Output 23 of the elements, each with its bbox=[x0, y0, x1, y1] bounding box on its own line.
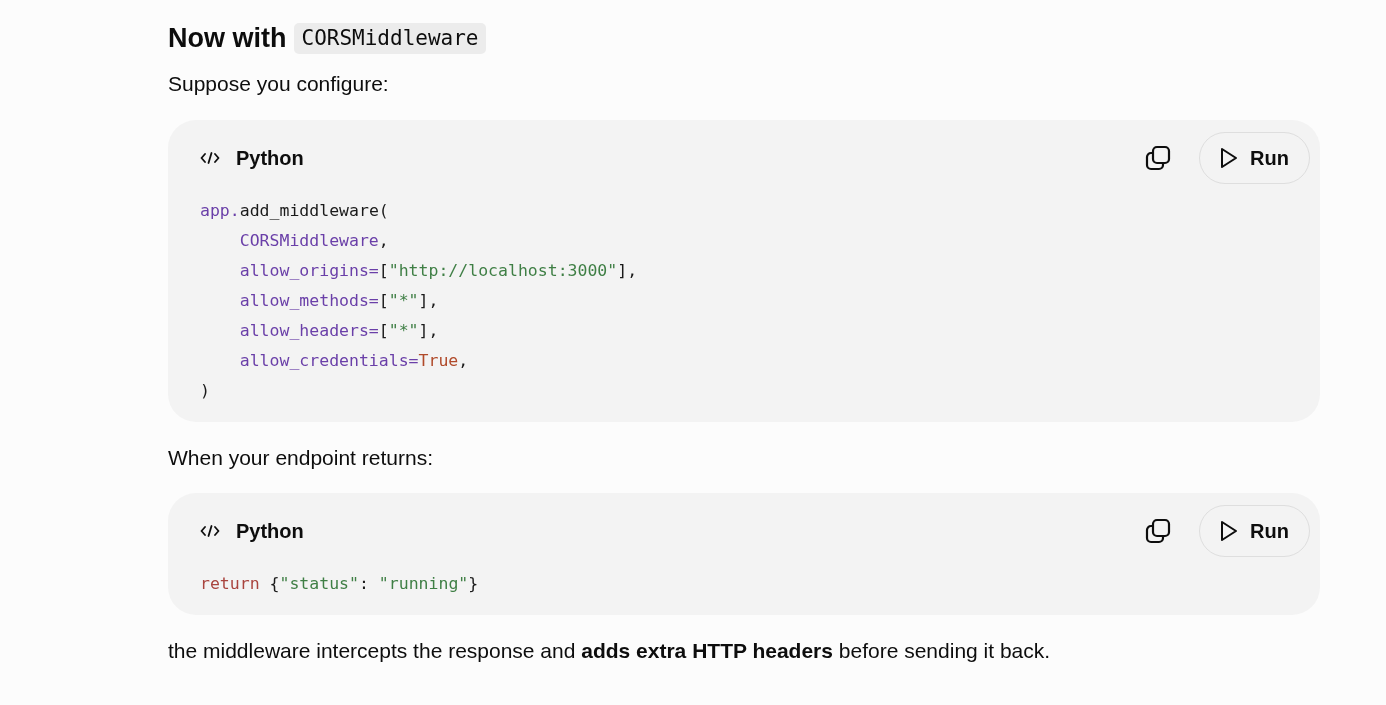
code-line: app.add_middleware( bbox=[200, 199, 390, 222]
code-line: CORSMiddleware, bbox=[238, 229, 390, 252]
code-line: return {"status": "running"} bbox=[200, 573, 480, 596]
code-line: allow_credentials=True, bbox=[238, 349, 470, 372]
paragraph: When your endpoint returns: bbox=[168, 444, 434, 471]
paragraph: the middleware intercepts the response and adds extra HTTP headers before sending it back. bbox=[168, 638, 1052, 665]
language-label: Python bbox=[236, 145, 304, 171]
copy-icon bbox=[1145, 518, 1172, 545]
language-label: Python bbox=[236, 519, 304, 545]
code-line: allow_headers=["*"], bbox=[238, 319, 440, 342]
code-line: ) bbox=[200, 379, 211, 402]
code-line: allow_origins=["http://localhost:3000"], bbox=[238, 259, 639, 282]
code-line: allow_methods=["*"], bbox=[238, 289, 440, 312]
paragraph: Suppose you configure: bbox=[168, 71, 390, 98]
play-icon bbox=[1220, 520, 1239, 543]
run-button[interactable]: Run bbox=[1199, 505, 1310, 558]
inline-code: CORSMiddleware bbox=[294, 22, 486, 54]
heading-text: Now with bbox=[168, 22, 287, 55]
run-button[interactable]: Run bbox=[1199, 131, 1310, 184]
code-icon bbox=[200, 525, 220, 538]
code-icon bbox=[200, 151, 220, 164]
play-icon bbox=[1220, 146, 1239, 169]
copy-icon bbox=[1145, 144, 1172, 171]
